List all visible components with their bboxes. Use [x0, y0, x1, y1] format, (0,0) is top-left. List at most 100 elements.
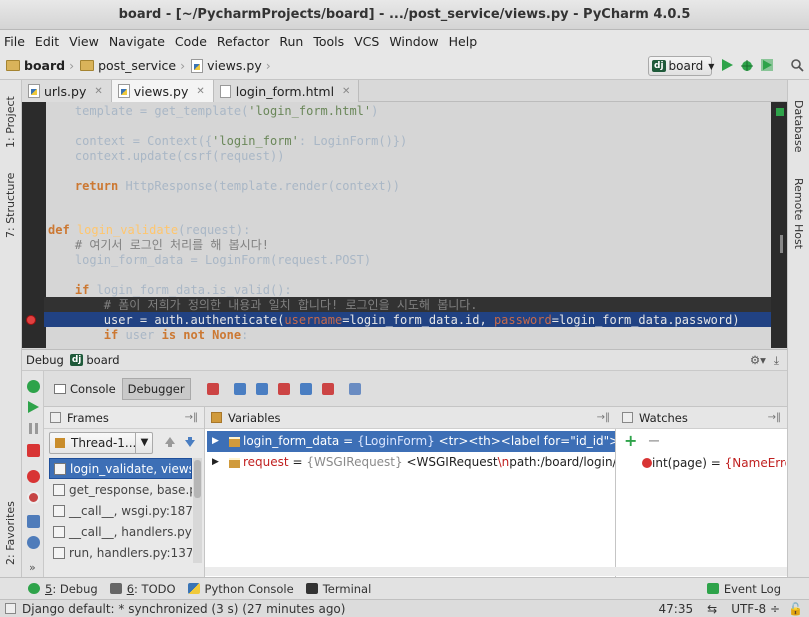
editor-tabs: urls.py ✕ views.py ✕ login_form.html ✕ — [22, 80, 787, 102]
frame-item[interactable]: login_validate, views.py: — [49, 458, 192, 479]
file-encoding[interactable]: UTF-8 ÷ — [731, 602, 780, 616]
close-icon[interactable]: ✕ — [342, 86, 350, 97]
debug-tool-button[interactable]: 5: Debug — [28, 582, 98, 596]
pin-icon[interactable]: →‖ — [597, 412, 610, 423]
menu-file[interactable]: File — [4, 34, 25, 49]
breadcrumb-views-py[interactable]: views.py › — [191, 58, 271, 73]
run-icon[interactable] — [720, 58, 734, 72]
event-log-tool-button[interactable]: Event Log — [706, 582, 781, 596]
expand-icon[interactable]: ▶ — [212, 452, 219, 473]
toggle-tool-windows-icon[interactable] — [5, 603, 16, 614]
status-bar: Django default: * synchronized (3 s) (27… — [0, 599, 809, 617]
frames-scrollbar[interactable] — [193, 458, 202, 563]
caret-position[interactable]: 47:35 — [659, 602, 694, 616]
tab-console[interactable]: Console — [48, 378, 122, 400]
hide-panel-icon[interactable]: ⤓ — [774, 353, 779, 368]
event-log-icon — [706, 583, 719, 594]
show-execution-point-icon[interactable] — [206, 382, 219, 395]
menu-edit[interactable]: Edit — [35, 34, 59, 49]
terminal-tool-button[interactable]: Terminal — [305, 582, 371, 596]
remove-watch-icon[interactable]: − — [647, 431, 660, 450]
pause-icon[interactable] — [27, 422, 40, 435]
breadcrumb-board[interactable]: board › — [6, 58, 74, 73]
add-watch-icon[interactable]: + — [624, 431, 637, 450]
database-tool-button[interactable]: Database — [792, 100, 805, 153]
editor-scrollbar[interactable] — [771, 102, 787, 348]
coverage-icon[interactable] — [760, 58, 774, 72]
menu-window[interactable]: Window — [389, 34, 438, 49]
step-out-icon[interactable] — [299, 382, 312, 395]
pin-icon[interactable]: →‖ — [185, 412, 198, 423]
scrollbar-thumb[interactable] — [194, 460, 201, 498]
close-icon[interactable]: ✕ — [196, 86, 204, 97]
menu-view[interactable]: View — [69, 34, 99, 49]
project-tool-button[interactable]: 1: Project — [4, 96, 17, 148]
code-editor[interactable]: template = get_template('login_form.html… — [46, 102, 771, 348]
python-console-tool-button[interactable]: Python Console — [187, 582, 294, 596]
step-over-icon[interactable] — [233, 382, 246, 395]
folder-icon — [6, 60, 20, 71]
run-config-selector[interactable]: dj board ▼ — [648, 56, 714, 76]
evaluate-expression-icon[interactable] — [348, 382, 361, 395]
menu-code[interactable]: Code — [175, 34, 207, 49]
todo-tool-button[interactable]: 6: TODO — [109, 582, 176, 596]
breadcrumb-post-service[interactable]: post_service › — [80, 58, 185, 73]
next-frame-icon[interactable] — [184, 436, 196, 448]
step-into-my-code-icon[interactable] — [277, 382, 290, 395]
menu-vcs[interactable]: VCS — [354, 34, 379, 49]
view-breakpoints-icon[interactable] — [27, 470, 40, 483]
rerun-icon[interactable] — [27, 380, 40, 393]
structure-tool-button[interactable]: 7: Structure — [4, 173, 17, 238]
settings-gear-icon[interactable]: ⚙▾ — [750, 353, 766, 367]
debug-toolbar: Console Debugger — [44, 371, 787, 407]
tab-login-form-html[interactable]: login_form.html ✕ — [213, 80, 360, 102]
tab-urls-py[interactable]: urls.py ✕ — [22, 80, 112, 102]
frame-item[interactable]: run, handlers.py:137 — [49, 543, 192, 564]
previous-frame-icon[interactable] — [164, 436, 176, 448]
variables-scrollbar[interactable] — [205, 567, 616, 576]
menu-help[interactable]: Help — [449, 34, 478, 49]
variable-row[interactable]: ▶ request = {WSGIRequest} <WSGIRequest\n… — [207, 452, 615, 473]
tab-views-py[interactable]: views.py ✕ — [111, 80, 214, 102]
menu-run[interactable]: Run — [279, 34, 303, 49]
breakpoint-icon[interactable] — [26, 315, 36, 325]
run-to-cursor-icon[interactable] — [321, 382, 334, 395]
favorites-tool-button[interactable]: 2: Favorites — [4, 501, 17, 565]
watch-item[interactable]: int(page) = {NameError} — [620, 453, 786, 474]
tab-debugger[interactable]: Debugger — [121, 377, 191, 400]
debug-tool-window-header: Debug dj board ⚙▾ ⤓ — [22, 349, 787, 371]
chevron-down-icon[interactable]: ▼ — [135, 433, 153, 453]
menu-refactor[interactable]: Refactor — [217, 34, 269, 49]
stop-icon[interactable] — [27, 444, 40, 457]
remote-host-tool-button[interactable]: Remote Host — [792, 178, 805, 249]
lock-icon[interactable]: 🔓 — [788, 602, 803, 616]
editor-gutter[interactable] — [22, 102, 46, 348]
mute-breakpoints-icon[interactable] — [27, 491, 40, 504]
python-file-icon — [191, 58, 204, 73]
error-icon — [642, 458, 652, 468]
menu-navigate[interactable]: Navigate — [109, 34, 165, 49]
scrollbar-thumb[interactable] — [780, 235, 783, 253]
code-line: return HttpResponse(template.render(cont… — [74, 179, 401, 193]
close-icon[interactable]: ✕ — [94, 86, 102, 97]
step-into-icon[interactable] — [255, 382, 268, 395]
expand-icon[interactable]: ▶ — [212, 431, 219, 452]
frame-item[interactable]: get_response, base.py — [49, 480, 192, 501]
settings-icon[interactable] — [27, 536, 40, 549]
debug-icon[interactable] — [740, 58, 754, 72]
watches-scrollbar[interactable] — [616, 567, 787, 576]
frames-icon — [50, 412, 61, 423]
more-icon[interactable]: » — [29, 561, 36, 574]
menu-tools[interactable]: Tools — [313, 34, 344, 49]
search-icon[interactable] — [790, 58, 804, 72]
line-separator-icon[interactable]: ⇆ — [707, 602, 717, 616]
restore-layout-icon[interactable] — [27, 515, 40, 528]
pin-icon[interactable]: →‖ — [768, 412, 781, 423]
frame-icon — [53, 484, 65, 496]
frame-item[interactable]: __call__, wsgi.py:187 — [49, 501, 192, 522]
html-file-icon — [219, 84, 231, 98]
frame-item[interactable]: __call__, handlers.py:6 — [49, 522, 192, 543]
resume-icon[interactable] — [27, 401, 40, 414]
inspection-ok-icon — [776, 108, 784, 116]
variable-row[interactable]: ▶ login_form_data = {LoginForm} <tr><th>… — [207, 431, 615, 452]
